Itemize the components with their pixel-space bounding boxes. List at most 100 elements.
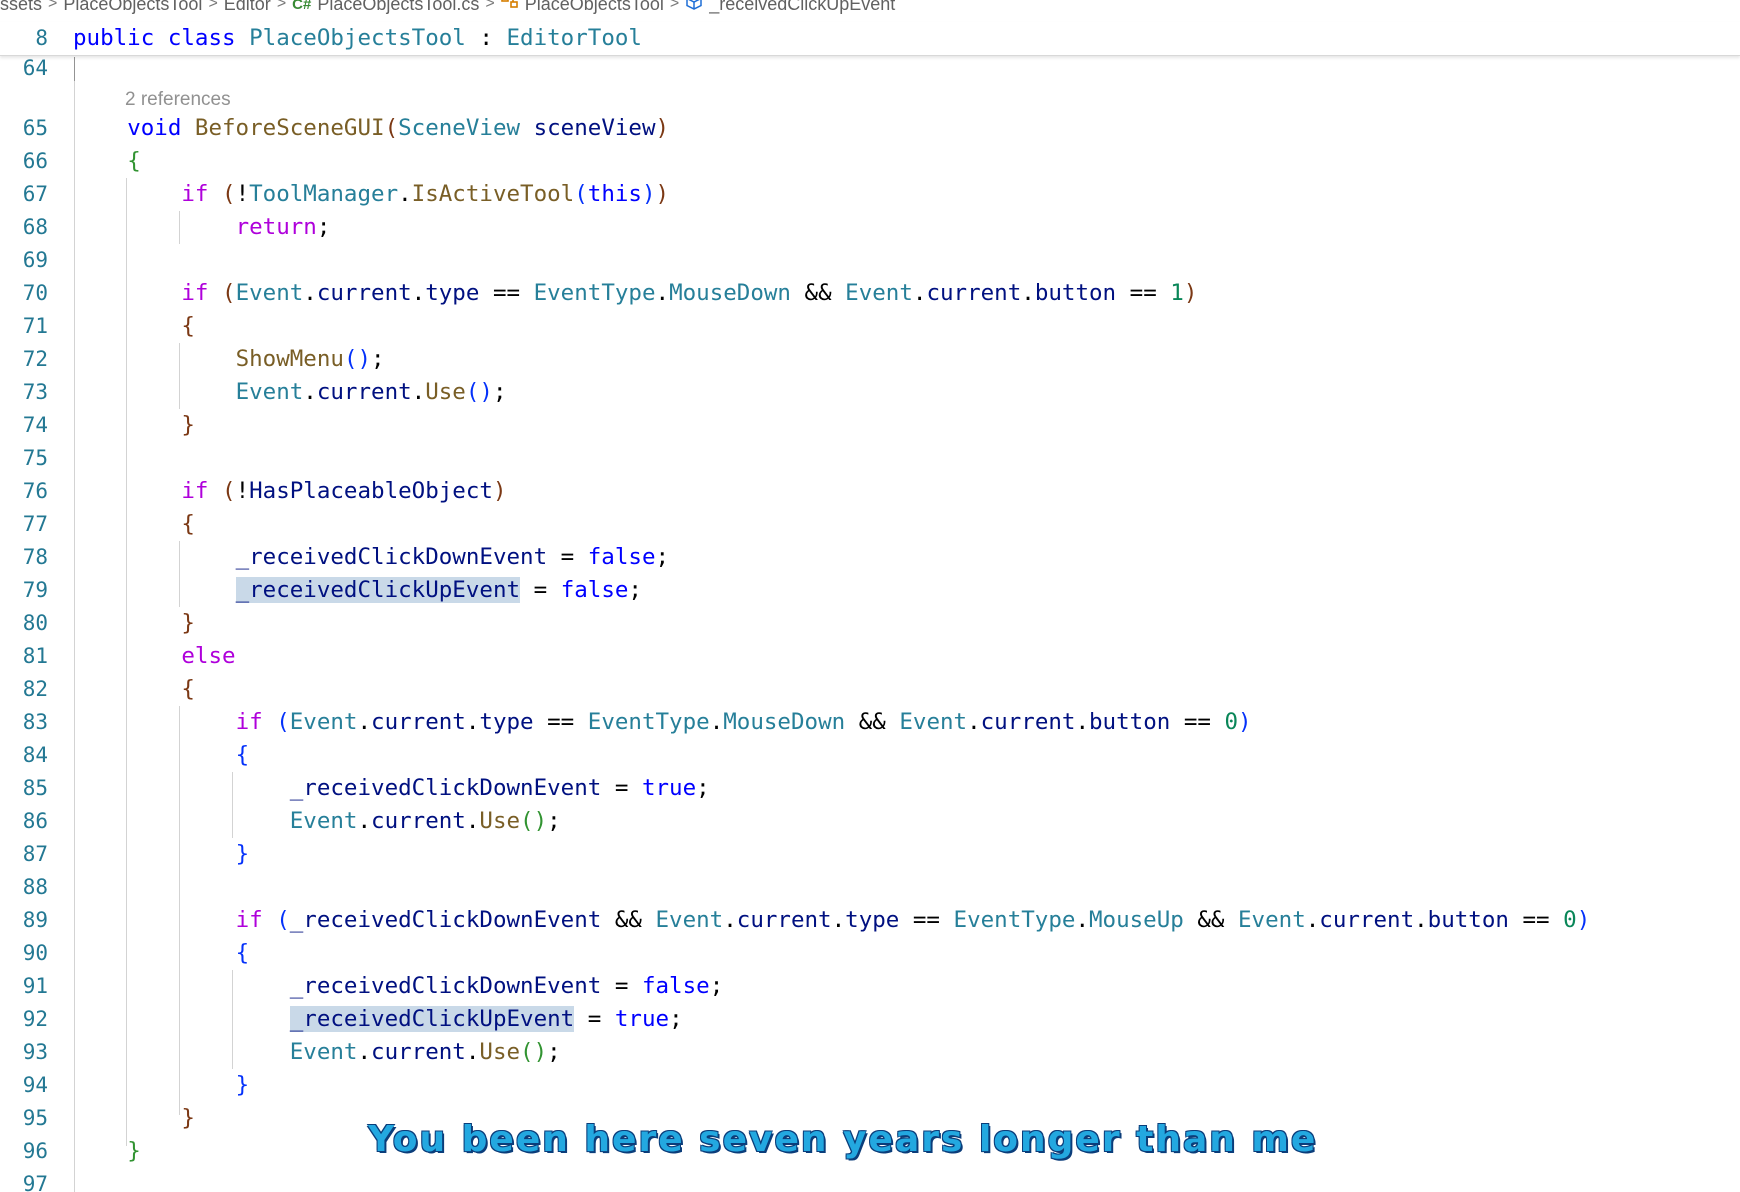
code-line[interactable]: 67 if (!ToolManager.IsActiveTool(this)) bbox=[0, 178, 1740, 211]
line-number: 90 bbox=[22, 941, 48, 965]
line-number: 76 bbox=[22, 479, 48, 503]
line-number: 88 bbox=[22, 875, 48, 899]
line-number: 89 bbox=[22, 908, 48, 932]
code-text: if (!ToolManager.IsActiveTool(this)) bbox=[181, 181, 670, 207]
code-text: _receivedClickUpEvent = true; bbox=[289, 1006, 683, 1032]
line-number: 82 bbox=[22, 677, 48, 701]
code-line[interactable]: 65 void BeforeSceneGUI(SceneView sceneVi… bbox=[0, 112, 1740, 145]
code-line[interactable]: 91 _receivedClickDownEvent = false; bbox=[0, 970, 1740, 1003]
line-number: 80 bbox=[22, 611, 48, 635]
code-text: } bbox=[235, 1072, 250, 1098]
code-text: { bbox=[235, 940, 250, 966]
line-number: 8 bbox=[35, 26, 48, 50]
code-text: { bbox=[127, 148, 141, 174]
line-number: 75 bbox=[22, 446, 48, 470]
line-number: 91 bbox=[22, 974, 48, 998]
line-number: 93 bbox=[22, 1040, 48, 1064]
code-line[interactable]: 64 bbox=[0, 52, 1740, 85]
line-number: 81 bbox=[22, 644, 48, 668]
code-line[interactable]: 75 bbox=[0, 442, 1740, 475]
line-number: 85 bbox=[22, 776, 48, 800]
code-text: } bbox=[181, 610, 195, 636]
code-text: _receivedClickDownEvent = false; bbox=[235, 544, 670, 570]
code-line[interactable]: 83 if (Event.current.type == EventType.M… bbox=[0, 706, 1740, 739]
code-line[interactable]: 97 bbox=[0, 1168, 1740, 1192]
code-line[interactable]: 74 } bbox=[0, 409, 1740, 442]
code-text: if (!HasPlaceableObject) bbox=[181, 478, 507, 504]
code-line[interactable]: 90 { bbox=[0, 937, 1740, 970]
code-text: Event.current.Use(); bbox=[289, 1039, 561, 1065]
subtitle-caption: You been here seven years longer than me bbox=[368, 1119, 1318, 1160]
code-text: Event.current.Use(); bbox=[235, 379, 507, 405]
code-line[interactable]: 94 } bbox=[0, 1069, 1740, 1102]
sticky-scroll-header[interactable]: 8 public class PlaceObjectsTool : Editor… bbox=[0, 22, 1740, 56]
code-line[interactable]: 86 Event.current.Use(); bbox=[0, 805, 1740, 838]
line-number: 66 bbox=[22, 149, 48, 173]
line-number: 64 bbox=[22, 56, 48, 80]
code-text: } bbox=[235, 841, 250, 867]
code-line[interactable]: 73 Event.current.Use(); bbox=[0, 376, 1740, 409]
code-editor[interactable]: 64 2 references 65 void BeforeSceneGUI(S… bbox=[0, 0, 1740, 1192]
code-line[interactable]: 69 bbox=[0, 244, 1740, 277]
code-line[interactable]: 76 if (!HasPlaceableObject) bbox=[0, 475, 1740, 508]
code-line[interactable]: 71 { bbox=[0, 310, 1740, 343]
line-number: 70 bbox=[22, 281, 48, 305]
symbol-highlight: _receivedClickUpEvent bbox=[235, 577, 521, 603]
code-line[interactable]: 88 bbox=[0, 871, 1740, 904]
code-text: if (_receivedClickDownEvent && Event.cur… bbox=[235, 907, 1591, 933]
code-line[interactable]: 82 { bbox=[0, 673, 1740, 706]
line-number: 77 bbox=[22, 512, 48, 536]
code-line[interactable]: 78 _receivedClickDownEvent = false; bbox=[0, 541, 1740, 574]
line-number: 65 bbox=[22, 116, 48, 140]
code-line[interactable]: 85 _receivedClickDownEvent = true; bbox=[0, 772, 1740, 805]
code-text: else bbox=[181, 643, 236, 669]
code-line[interactable]: 68 return; bbox=[0, 211, 1740, 244]
code-text: if (Event.current.type == EventType.Mous… bbox=[235, 709, 1252, 735]
code-line[interactable]: 87 } bbox=[0, 838, 1740, 871]
code-text: void BeforeSceneGUI(SceneView sceneView) bbox=[127, 115, 670, 141]
line-number: 94 bbox=[22, 1073, 48, 1097]
code-line[interactable]: 77 { bbox=[0, 508, 1740, 541]
code-line[interactable]: 66 { bbox=[0, 145, 1740, 178]
code-text: } bbox=[127, 1138, 141, 1164]
code-text: { bbox=[181, 676, 195, 702]
line-number: 95 bbox=[22, 1106, 48, 1130]
code-text: { bbox=[235, 742, 250, 768]
code-text: Event.current.Use(); bbox=[289, 808, 561, 834]
code-line[interactable]: 81 else bbox=[0, 640, 1740, 673]
line-number: 78 bbox=[22, 545, 48, 569]
code-line[interactable]: 92 _receivedClickUpEvent = true; bbox=[0, 1003, 1740, 1036]
line-number: 87 bbox=[22, 842, 48, 866]
line-number: 73 bbox=[22, 380, 48, 404]
line-number: 86 bbox=[22, 809, 48, 833]
code-line[interactable]: 84 { bbox=[0, 739, 1740, 772]
code-text: if (Event.current.type == EventType.Mous… bbox=[181, 280, 1198, 306]
code-line[interactable]: 72 ShowMenu(); bbox=[0, 343, 1740, 376]
code-text: _receivedClickUpEvent = false; bbox=[235, 577, 642, 603]
code-text: public class PlaceObjectsTool : EditorTo… bbox=[73, 25, 642, 51]
code-line[interactable]: 79 _receivedClickUpEvent = false; bbox=[0, 574, 1740, 607]
line-number: 74 bbox=[22, 413, 48, 437]
code-text: } bbox=[181, 1105, 195, 1131]
code-line[interactable]: 89 if (_receivedClickDownEvent && Event.… bbox=[0, 904, 1740, 937]
code-line[interactable]: 70 if (Event.current.type == EventType.M… bbox=[0, 277, 1740, 310]
symbol-highlight: _receivedClickUpEvent bbox=[289, 1006, 575, 1032]
codelens-references[interactable]: 2 references bbox=[125, 88, 231, 112]
code-text: { bbox=[181, 313, 195, 339]
line-number: 72 bbox=[22, 347, 48, 371]
code-text: { bbox=[181, 511, 195, 537]
line-number: 68 bbox=[22, 215, 48, 239]
line-number: 92 bbox=[22, 1007, 48, 1031]
line-number: 79 bbox=[22, 578, 48, 602]
code-text: ShowMenu(); bbox=[235, 346, 385, 372]
line-number: 97 bbox=[22, 1172, 48, 1192]
code-line[interactable]: 93 Event.current.Use(); bbox=[0, 1036, 1740, 1069]
code-text: _receivedClickDownEvent = false; bbox=[289, 973, 724, 999]
code-text: return; bbox=[235, 214, 331, 240]
code-text: } bbox=[181, 412, 195, 438]
code-line[interactable]: 80 } bbox=[0, 607, 1740, 640]
line-number: 96 bbox=[22, 1139, 48, 1163]
line-number: 71 bbox=[22, 314, 48, 338]
code-text: _receivedClickDownEvent = true; bbox=[289, 775, 710, 801]
line-number: 84 bbox=[22, 743, 48, 767]
